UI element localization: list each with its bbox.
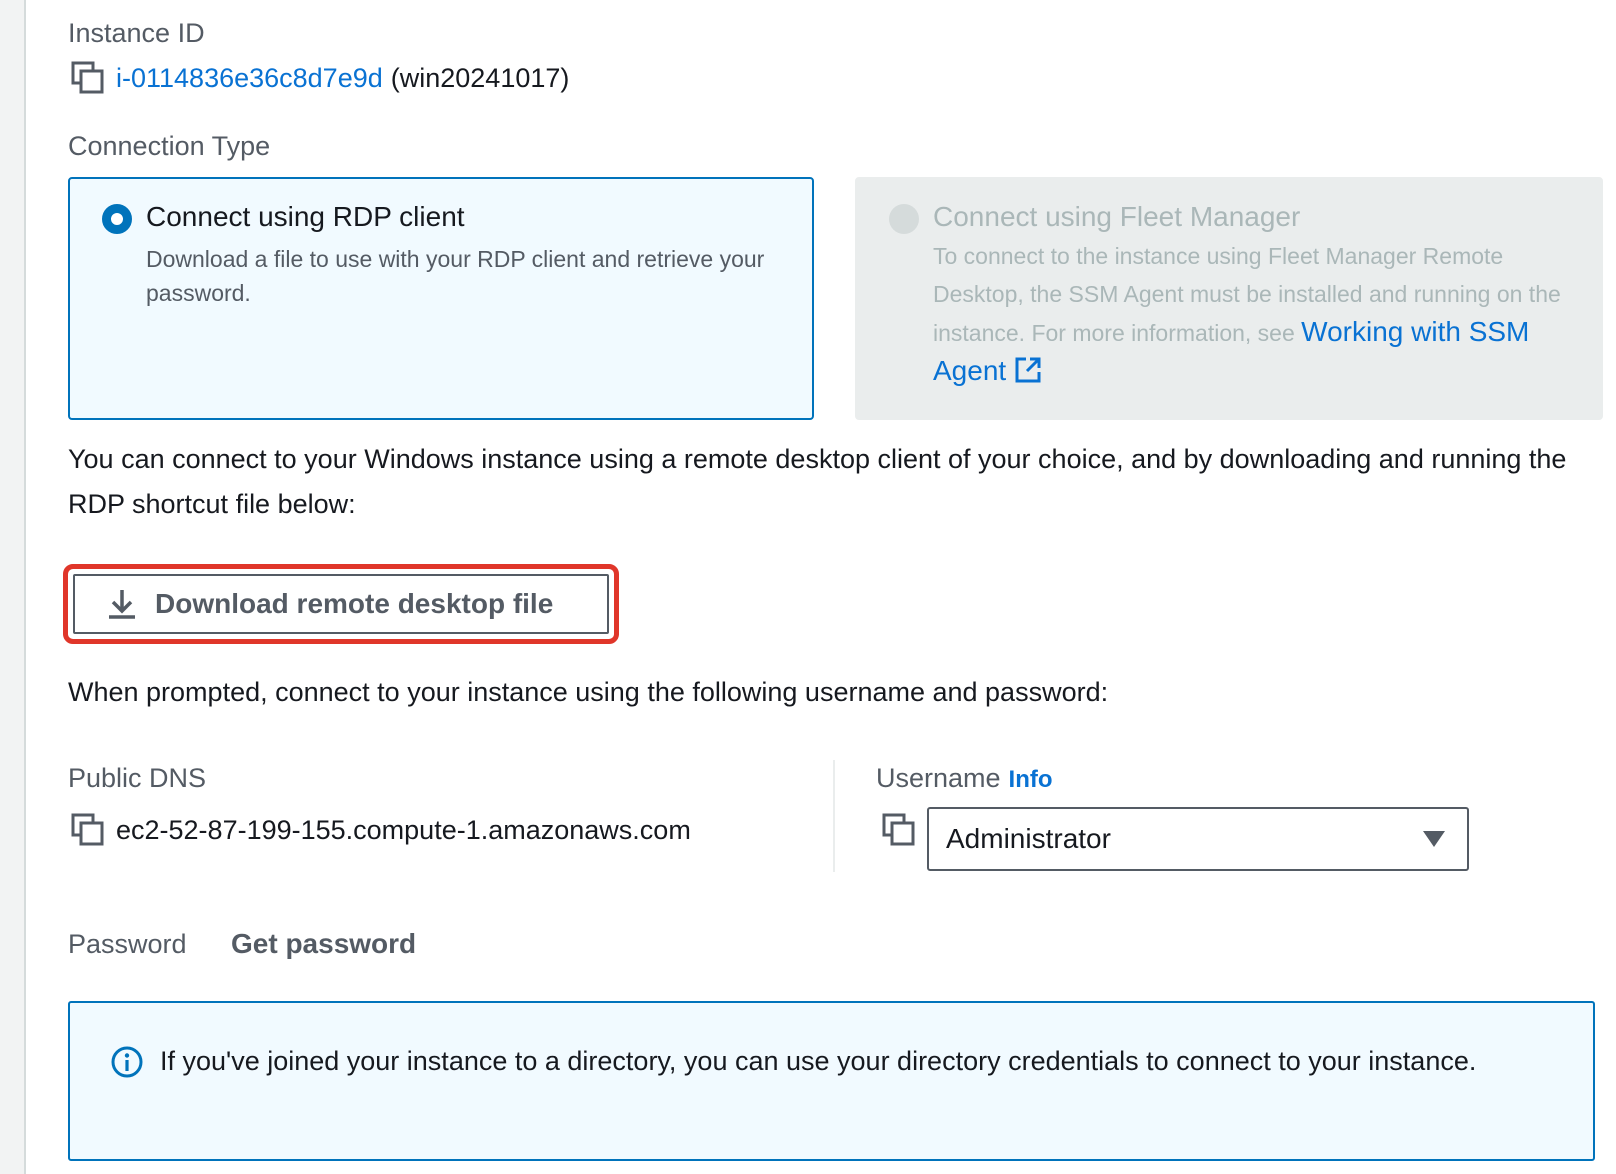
username-select[interactable]: Administrator: [927, 807, 1469, 871]
info-icon: [110, 1045, 144, 1079]
column-divider: [833, 760, 835, 872]
tile-fleet-description-block: To connect to the instance using Fleet M…: [933, 237, 1573, 391]
copy-icon[interactable]: [70, 60, 106, 96]
caret-down-icon: [1423, 831, 1445, 847]
tile-rdp-title: Connect using RDP client: [146, 201, 465, 232]
tile-fleet-manager: Connect using Fleet Manager To connect t…: [855, 177, 1603, 420]
get-password-link[interactable]: Get password: [231, 928, 416, 960]
download-icon: [105, 587, 139, 621]
tile-fleet-title: Connect using Fleet Manager: [933, 201, 1301, 232]
instance-id-row: i-0114836e36c8d7e9d (win20241017): [70, 60, 569, 96]
download-remote-desktop-file-button[interactable]: Download remote desktop file: [73, 574, 609, 634]
left-rail: [0, 0, 26, 1174]
public-dns-label: Public DNS: [68, 763, 207, 793]
instance-id-link[interactable]: i-0114836e36c8d7e9d: [116, 63, 383, 94]
username-info-link[interactable]: Info: [1009, 766, 1053, 793]
connect-instance-page: Instance ID i-0114836e36c8d7e9d (win2024…: [0, 0, 1616, 1174]
username-select-value: Administrator: [946, 823, 1111, 854]
tile-rdp-client[interactable]: Connect using RDP client Download a file…: [68, 177, 814, 420]
public-dns-row: ec2-52-87-199-155.compute-1.amazonaws.co…: [70, 812, 691, 848]
tile-rdp-description: Download a file to use with your RDP cli…: [146, 246, 765, 306]
username-label: Username: [876, 763, 1001, 793]
password-label: Password: [68, 929, 187, 959]
copy-icon[interactable]: [881, 812, 917, 848]
radio-fleet-manager: [889, 204, 919, 234]
public-dns-value: ec2-52-87-199-155.compute-1.amazonaws.co…: [116, 814, 691, 845]
external-link-icon: [1014, 356, 1042, 384]
prompt-text: When prompted, connect to your instance …: [68, 677, 1109, 707]
instance-id-label: Instance ID: [68, 18, 205, 48]
directory-info-alert: If you've joined your instance to a dire…: [68, 1001, 1595, 1161]
username-label-row: Username Info: [876, 763, 1053, 794]
instance-name: (win20241017): [390, 62, 570, 93]
connection-type-label: Connection Type: [68, 131, 271, 161]
radio-rdp-client[interactable]: [102, 204, 132, 234]
alert-text: If you've joined your instance to a dire…: [160, 1046, 1477, 1076]
copy-icon[interactable]: [70, 812, 106, 848]
download-button-label: Download remote desktop file: [155, 588, 554, 619]
intro-text: You can connect to your Windows instance…: [68, 444, 1567, 519]
